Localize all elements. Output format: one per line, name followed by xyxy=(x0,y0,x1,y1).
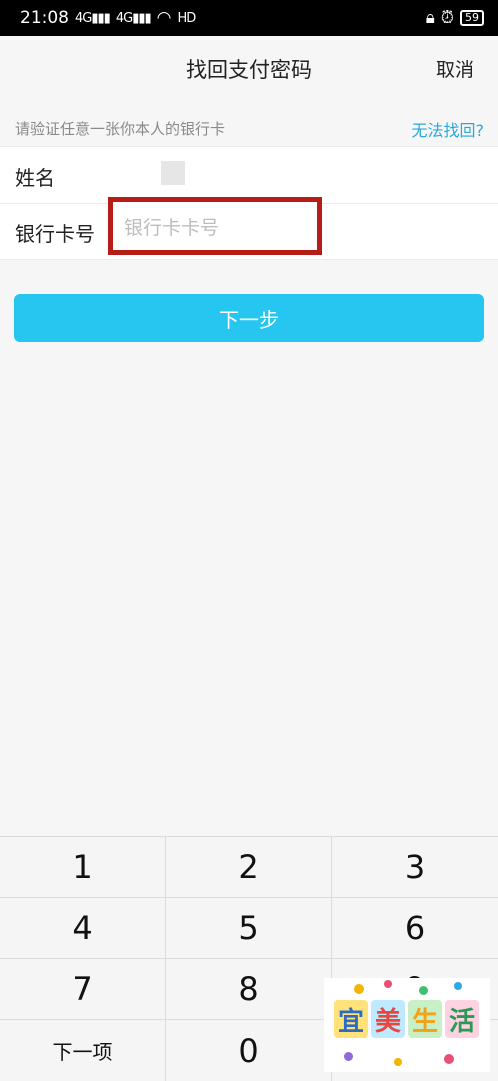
signal-icon: 4G▮▮▮ xyxy=(75,10,111,26)
key-5[interactable]: 5 xyxy=(166,898,332,959)
navigation-bar: 找回支付密码 取消 xyxy=(0,36,498,102)
key-6[interactable]: 6 xyxy=(332,898,498,959)
key-2[interactable]: 2 xyxy=(166,837,332,898)
key-4[interactable]: 4 xyxy=(0,898,166,959)
lock-icon: 🔒︎ xyxy=(425,8,435,28)
card-number-input[interactable] xyxy=(116,210,312,246)
key-1[interactable]: 1 xyxy=(0,837,166,898)
key-0[interactable]: 0 xyxy=(166,1020,332,1081)
hint-row: 请验证任意一张你本人的银行卡 无法找回? xyxy=(0,114,498,144)
hd-icon: HD xyxy=(177,10,197,26)
status-bar: 21:08 4G▮▮▮ 4G▮▮▮ ◠ HD 🔒︎ ⏰︎ 59 xyxy=(0,0,498,36)
name-label: 姓名 xyxy=(15,166,55,190)
card-label: 银行卡号 xyxy=(15,222,95,246)
watermark-logo: 宜 美 生 活 xyxy=(324,978,490,1072)
alarm-icon: ⏰︎ xyxy=(440,8,454,28)
status-left: 21:08 4G▮▮▮ 4G▮▮▮ ◠ HD xyxy=(20,8,197,28)
clock: 21:08 xyxy=(20,8,69,28)
name-row: 姓名 xyxy=(0,147,498,204)
wifi-icon: ◠ xyxy=(156,8,172,28)
signal-icon-2: 4G▮▮▮ xyxy=(115,10,152,26)
key-next-item[interactable]: 下一项 xyxy=(0,1020,166,1081)
battery-icon: 59 xyxy=(460,10,484,26)
page-title: 找回支付密码 xyxy=(186,58,312,82)
name-value-masked xyxy=(161,161,185,185)
cancel-button[interactable]: 取消 xyxy=(436,55,474,82)
key-8[interactable]: 8 xyxy=(166,959,332,1020)
key-7[interactable]: 7 xyxy=(0,959,166,1020)
status-right: 🔒︎ ⏰︎ 59 xyxy=(426,8,484,28)
key-3[interactable]: 3 xyxy=(332,837,498,898)
next-step-button[interactable]: 下一步 xyxy=(14,294,484,342)
cannot-recover-link[interactable]: 无法找回? xyxy=(412,117,485,141)
watermark-text: 宜 美 生 活 xyxy=(334,1000,479,1038)
hint-text: 请验证任意一张你本人的银行卡 xyxy=(15,120,226,138)
